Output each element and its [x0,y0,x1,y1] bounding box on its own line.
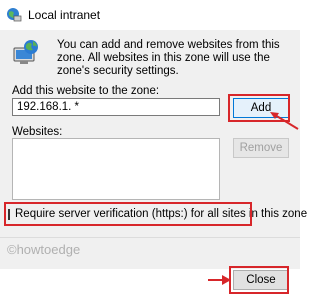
watermark: ©howtoedge [7,242,81,257]
remove-button[interactable]: Remove [233,138,289,158]
verification-highlight-box [4,202,252,226]
websites-label: Websites: [12,126,63,138]
window-title: Local intranet [28,8,101,22]
add-website-label: Add this website to the zone: [12,85,160,97]
divider [0,237,300,238]
dialog-body: You can add and remove websites from thi… [0,30,307,294]
websites-list[interactable] [12,138,220,200]
info-text: You can add and remove websites from thi… [57,39,280,77]
close-highlight-box [229,266,289,294]
website-input[interactable] [12,98,220,116]
globe-computer-icon [7,8,22,22]
arrow-pointer-icon [270,112,299,130]
arrow-pointer-icon [208,275,231,285]
title-bar: Local intranet [0,0,300,30]
globe-computer-icon [13,40,38,64]
